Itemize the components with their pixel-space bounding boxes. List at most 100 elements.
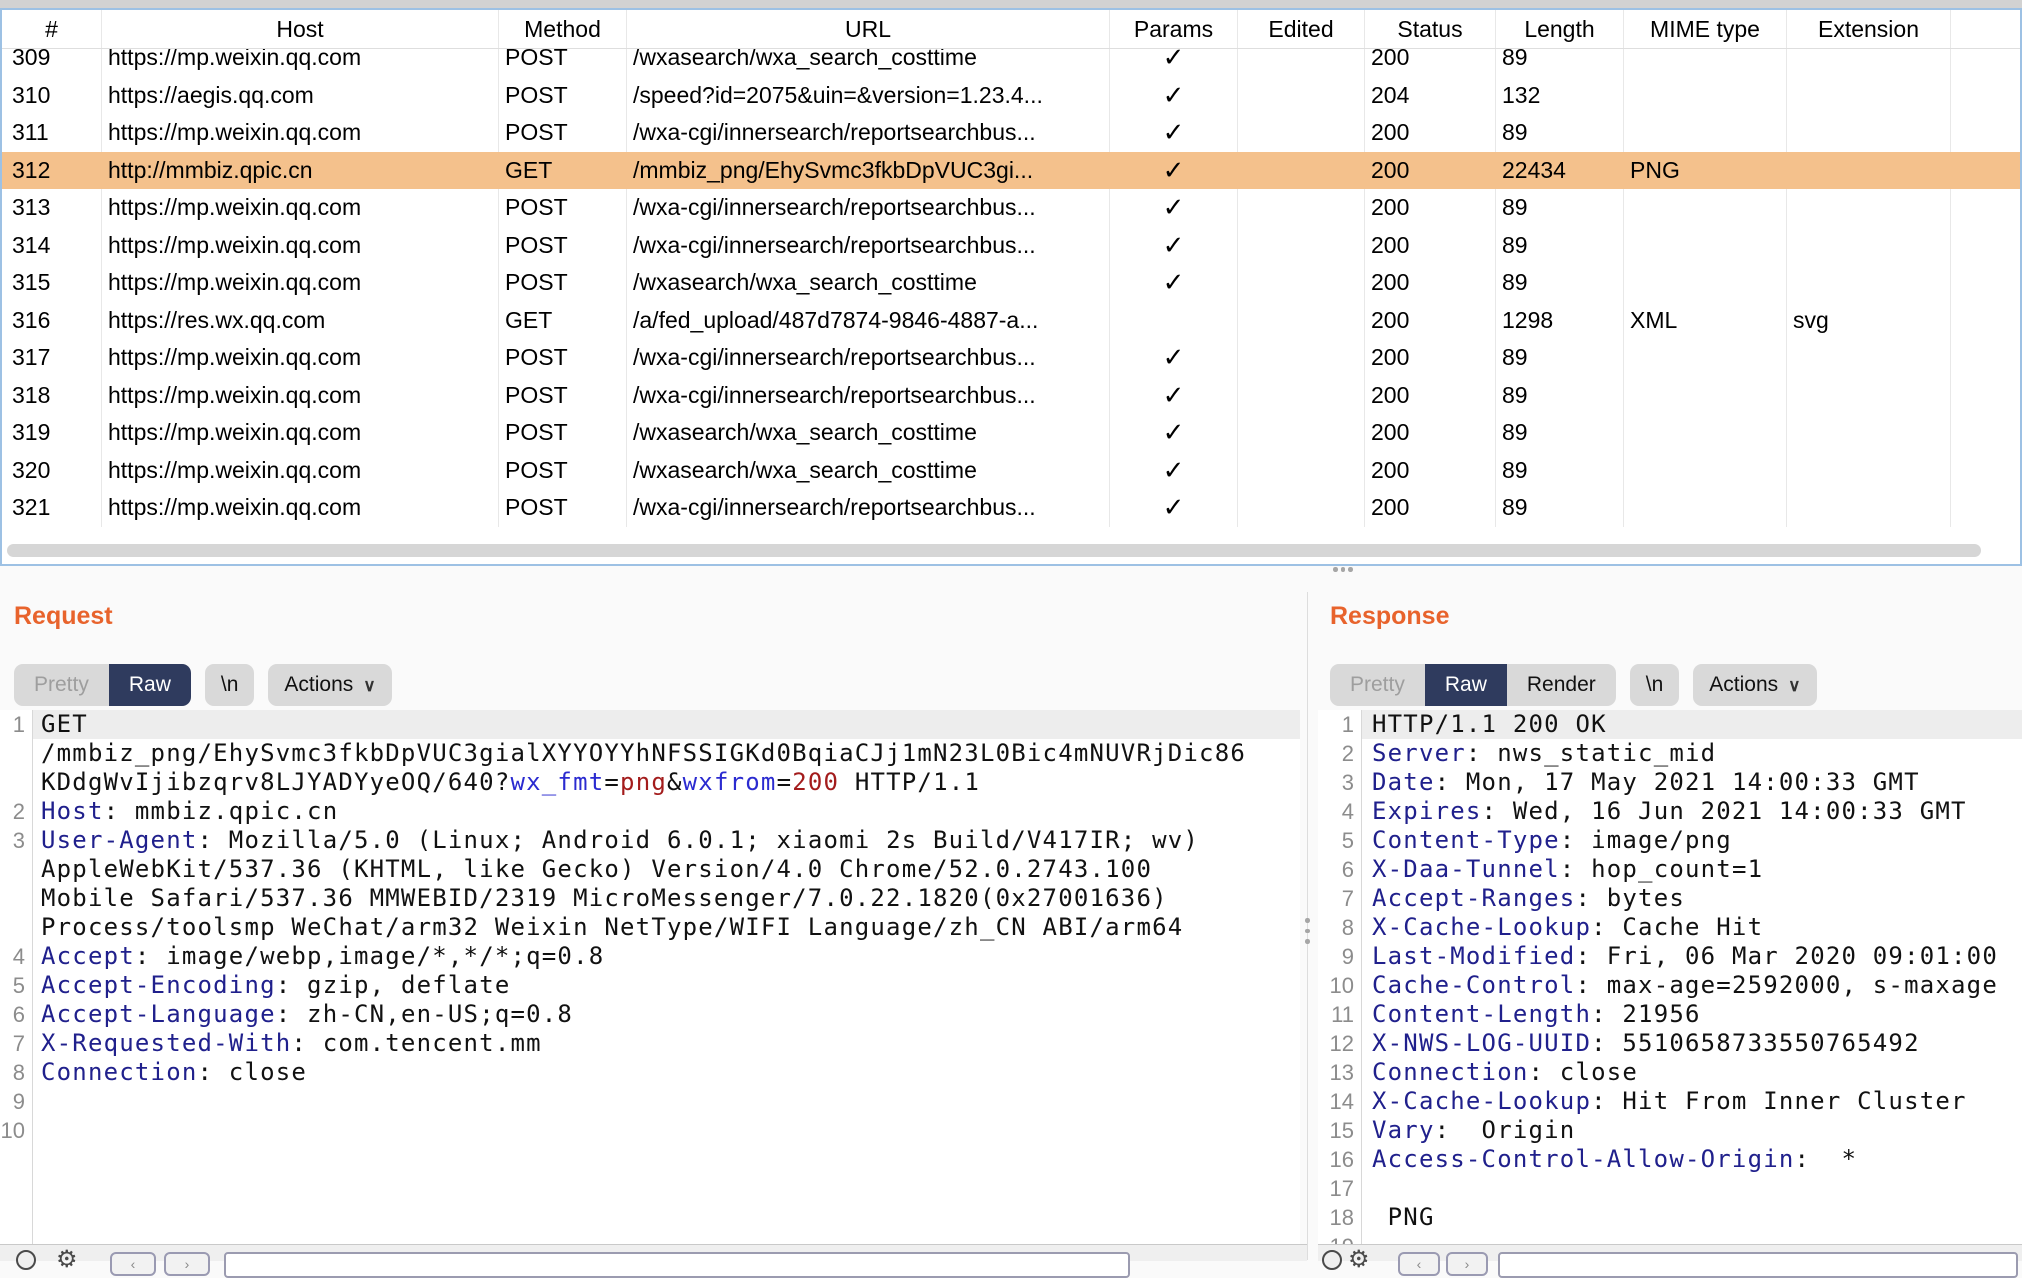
chevron-down-icon: ∨ <box>363 665 375 707</box>
column-header-number[interactable]: # <box>2 10 102 48</box>
response-editor[interactable]: 1HTTP/1.1 200 OK2Server: nws_static_mid3… <box>1318 710 2022 1246</box>
line-number <box>0 855 33 884</box>
response-actions-button[interactable]: Actions ∨ <box>1693 664 1816 706</box>
column-header-mime-type[interactable]: MIME type <box>1624 10 1787 48</box>
cell-length: 132 <box>1496 77 1624 115</box>
search-next-button[interactable]: › <box>1446 1252 1488 1276</box>
cell-url: /wxa-cgi/innersearch/reportsearchbus... <box>627 189 1110 227</box>
cell-params-check: ✓ <box>1110 489 1238 527</box>
code-line: 6Accept-Language: zh-CN,en-US;q=0.8 <box>0 1000 1300 1029</box>
table-row[interactable]: 319https://mp.weixin.qq.comPOST/wxasearc… <box>2 414 2020 452</box>
code-line: 18 PNG <box>1318 1203 2022 1232</box>
cell-number: 313 <box>2 189 102 227</box>
cell-params-check: ✓ <box>1110 227 1238 265</box>
gear-icon[interactable]: ⚙ <box>1348 1248 1370 1272</box>
cell-edited <box>1238 77 1365 115</box>
line-number: 2 <box>1318 739 1362 768</box>
code-line: Mobile Safari/537.36 MMWEBID/2319 MicroM… <box>0 884 1300 913</box>
column-header-status[interactable]: Status <box>1365 10 1496 48</box>
cell-spacer <box>1951 414 2020 452</box>
search-prev-button[interactable]: ‹ <box>110 1252 156 1276</box>
line-number: 9 <box>1318 942 1362 971</box>
line-number: 6 <box>1318 855 1362 884</box>
request-editor[interactable]: 1GET/mmbiz_png/EhySvmc3fkbDpVUC3gialXYYO… <box>0 710 1300 1246</box>
horizontal-scrollbar[interactable] <box>7 544 1981 557</box>
cell-spacer <box>1951 302 2020 340</box>
http-history-table: # Host Method URL Params Edited Status L… <box>0 8 2022 566</box>
cell-number: 321 <box>2 489 102 527</box>
search-icon[interactable] <box>1322 1250 1342 1270</box>
table-row[interactable]: 317https://mp.weixin.qq.comPOST/wxa-cgi/… <box>2 339 2020 377</box>
search-prev-button[interactable]: ‹ <box>1398 1252 1440 1276</box>
code-line: 2Server: nws_static_mid <box>1318 739 2022 768</box>
table-row[interactable]: 310https://aegis.qq.comPOST/speed?id=207… <box>2 77 2020 115</box>
code-line: 13Connection: close <box>1318 1058 2022 1087</box>
cell-method: POST <box>499 452 627 490</box>
vertical-splitter-handle-icon[interactable] <box>1305 918 1310 944</box>
line-number: 12 <box>1318 1029 1362 1058</box>
cell-edited <box>1238 152 1365 190</box>
response-tabs: Pretty Raw Render \n Actions ∨ <box>1330 664 1817 706</box>
table-row[interactable]: 315https://mp.weixin.qq.comPOST/wxasearc… <box>2 264 2020 302</box>
code-line: AppleWebKit/537.36 (KHTML, like Gecko) V… <box>0 855 1300 884</box>
table-row[interactable]: 313https://mp.weixin.qq.comPOST/wxa-cgi/… <box>2 189 2020 227</box>
cell-host: https://aegis.qq.com <box>102 77 499 115</box>
cell-extension <box>1787 189 1951 227</box>
cell-host: https://mp.weixin.qq.com <box>102 339 499 377</box>
column-header-length[interactable]: Length <box>1496 10 1624 48</box>
cell-params-check: ✓ <box>1110 377 1238 415</box>
horizontal-splitter-handle-icon[interactable] <box>1333 567 1353 572</box>
response-panel-title: Response <box>1330 602 1449 631</box>
cell-length: 89 <box>1496 339 1624 377</box>
table-row[interactable]: 311https://mp.weixin.qq.comPOST/wxa-cgi/… <box>2 114 2020 152</box>
request-search-input[interactable] <box>224 1252 1130 1278</box>
line-number: 5 <box>0 971 33 1000</box>
cell-mime: XML <box>1624 302 1787 340</box>
chevron-down-icon: ∨ <box>1788 665 1800 707</box>
column-header-method[interactable]: Method <box>499 10 627 48</box>
cell-status: 200 <box>1365 302 1496 340</box>
search-icon[interactable] <box>16 1250 36 1270</box>
request-tab-raw[interactable]: Raw <box>109 664 191 706</box>
table-row[interactable]: 318https://mp.weixin.qq.comPOST/wxa-cgi/… <box>2 377 2020 415</box>
table-row[interactable]: 321https://mp.weixin.qq.comPOST/wxa-cgi/… <box>2 489 2020 527</box>
cell-spacer <box>1951 114 2020 152</box>
request-tab-pretty[interactable]: Pretty <box>14 664 109 706</box>
cell-edited <box>1238 489 1365 527</box>
cell-mime <box>1624 452 1787 490</box>
request-tab-newline[interactable]: \n <box>205 664 255 706</box>
table-row[interactable]: 314https://mp.weixin.qq.comPOST/wxa-cgi/… <box>2 227 2020 265</box>
cell-method: GET <box>499 302 627 340</box>
column-header-extension[interactable]: Extension <box>1787 10 1951 48</box>
table-row[interactable]: 312http://mmbiz.qpic.cnGET/mmbiz_png/Ehy… <box>2 152 2020 190</box>
code-line: 3User-Agent: Mozilla/5.0 (Linux; Android… <box>0 826 1300 855</box>
column-header-host[interactable]: Host <box>102 10 499 48</box>
cell-extension <box>1787 489 1951 527</box>
gear-icon[interactable]: ⚙ <box>56 1248 78 1272</box>
cell-number: 320 <box>2 452 102 490</box>
cell-extension <box>1787 49 1951 77</box>
column-header-params[interactable]: Params <box>1110 10 1238 48</box>
response-tab-render[interactable]: Render <box>1507 664 1616 706</box>
cell-status: 200 <box>1365 227 1496 265</box>
cell-spacer <box>1951 77 2020 115</box>
cell-spacer <box>1951 377 2020 415</box>
cell-edited <box>1238 377 1365 415</box>
cell-method: POST <box>499 189 627 227</box>
search-next-button[interactable]: › <box>164 1252 210 1276</box>
response-search-input[interactable] <box>1498 1252 2018 1278</box>
request-actions-button[interactable]: Actions ∨ <box>268 664 391 706</box>
cell-extension <box>1787 377 1951 415</box>
table-row[interactable]: 309https://mp.weixin.qq.comPOST/wxasearc… <box>2 49 2020 77</box>
table-row[interactable]: 316https://res.wx.qq.comGET/a/fed_upload… <box>2 302 2020 340</box>
response-tab-raw[interactable]: Raw <box>1425 664 1507 706</box>
code-line: 9Last-Modified: Fri, 06 Mar 2020 09:01:0… <box>1318 942 2022 971</box>
column-header-edited[interactable]: Edited <box>1238 10 1365 48</box>
column-header-url[interactable]: URL <box>627 10 1110 48</box>
response-tab-newline[interactable]: \n <box>1630 664 1680 706</box>
table-row[interactable]: 320https://mp.weixin.qq.comPOST/wxasearc… <box>2 452 2020 490</box>
cell-status: 200 <box>1365 49 1496 77</box>
line-number: 17 <box>1318 1174 1362 1203</box>
cell-method: POST <box>499 264 627 302</box>
response-tab-pretty[interactable]: Pretty <box>1330 664 1425 706</box>
